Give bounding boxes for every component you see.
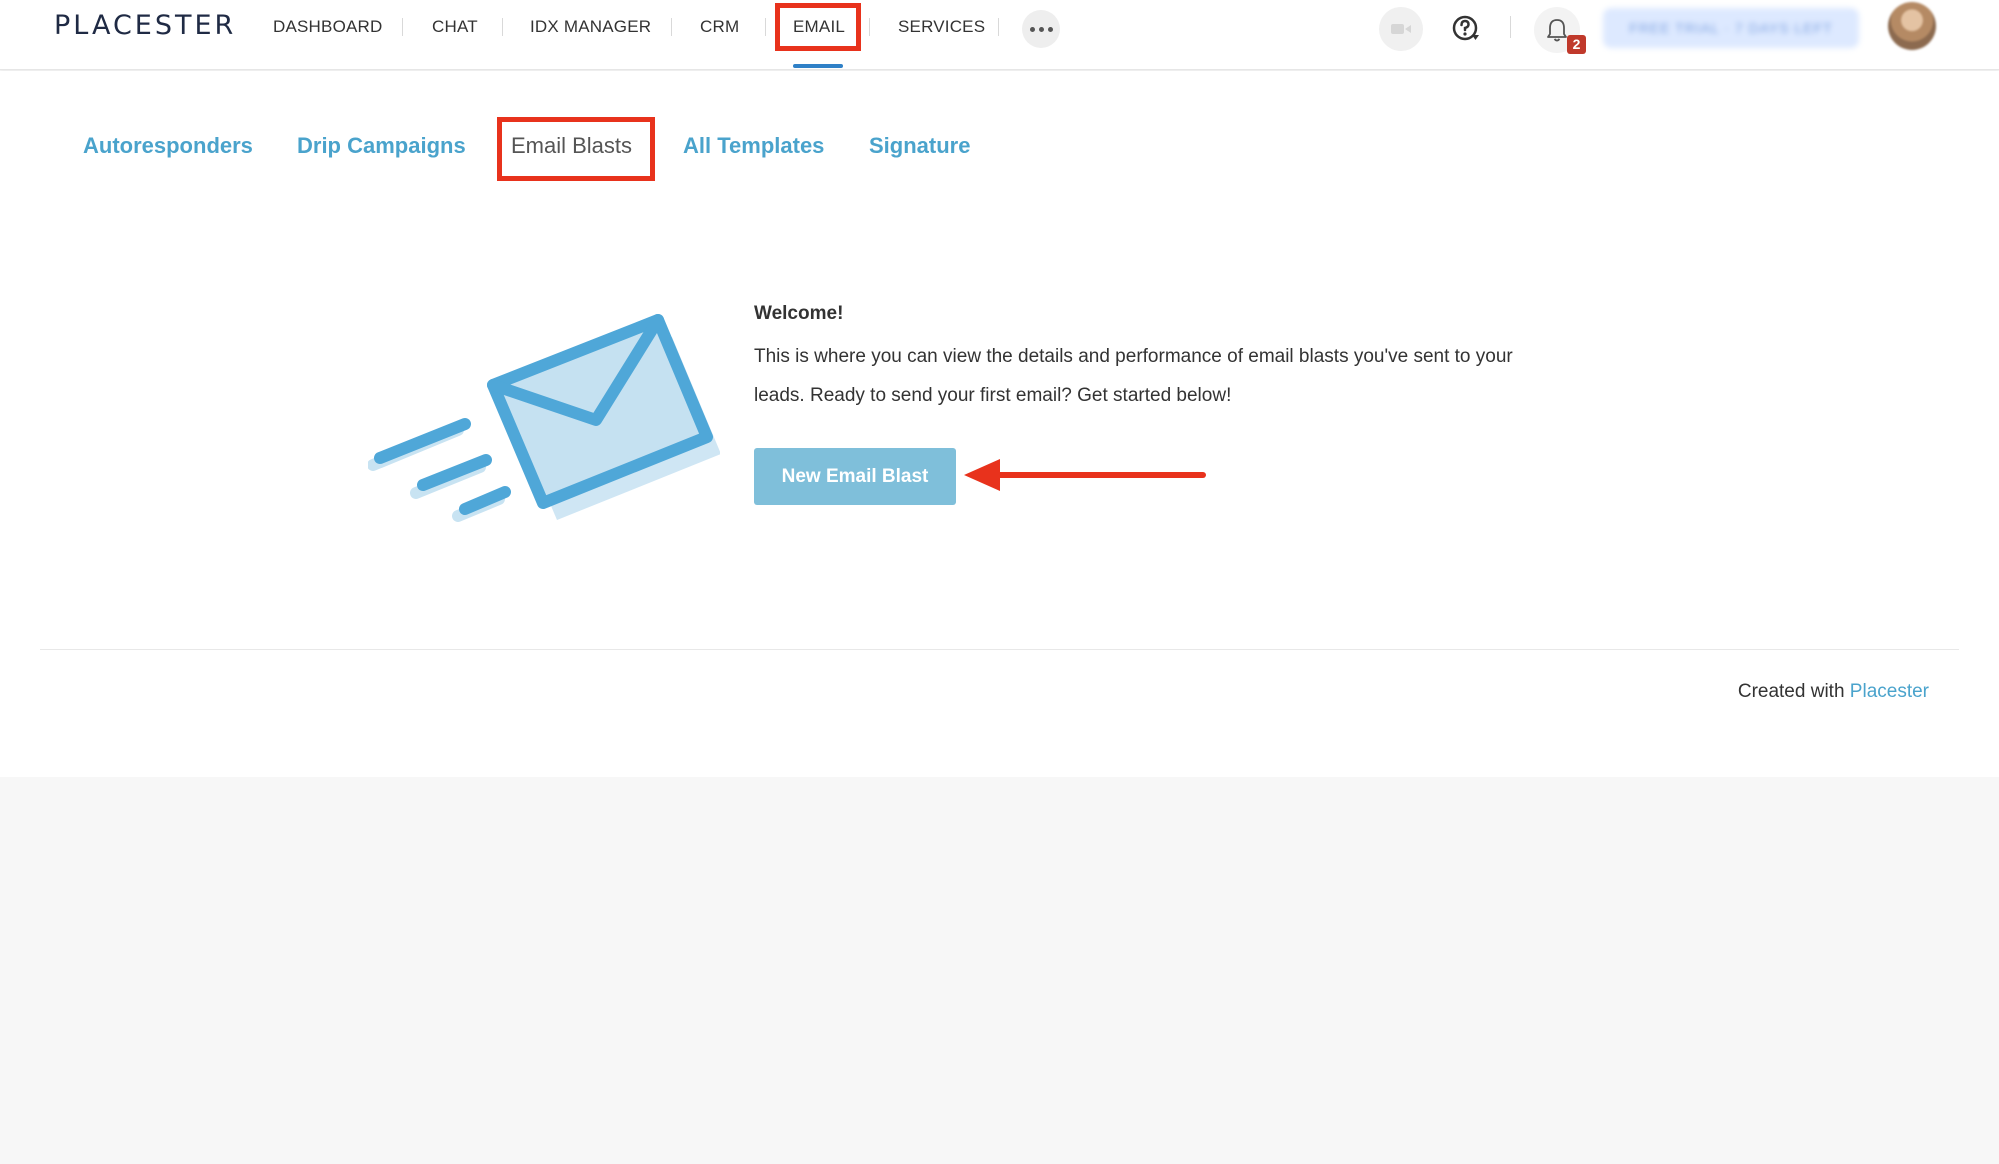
nav-active-indicator [793,64,843,68]
nav-chat[interactable]: CHAT [432,17,478,39]
nav-email[interactable]: EMAIL [793,17,845,39]
welcome-heading: Welcome! [754,303,844,324]
footer-credit: Created with Placester [1738,681,1929,703]
ellipsis-icon-dot [1038,26,1044,32]
tab-drip-campaigns[interactable]: Drip Campaigns [297,133,466,159]
footer-prefix: Created with [1737,681,1850,702]
user-avatar[interactable] [1888,2,1936,50]
nav-separator [402,18,403,36]
notification-count-badge: 2 [1567,35,1586,54]
nav-separator [671,18,672,36]
top-nav-bar: PLACESTER DASHBOARD CHAT IDX MANAGER CRM… [0,0,1999,70]
tab-autoresponders[interactable]: Autoresponders [83,133,253,159]
help-question-icon[interactable] [1450,13,1482,45]
toolbar-separator [1510,16,1511,38]
nav-idx-manager[interactable]: IDX MANAGER [530,17,651,39]
app-page: PLACESTER DASHBOARD CHAT IDX MANAGER CRM… [0,0,1999,1164]
nav-separator [998,18,999,36]
trial-status-pill[interactable]: FREE TRIAL · 7 DAYS LEFT [1603,8,1859,48]
nav-separator [502,18,503,36]
tab-signature[interactable]: Signature [869,133,970,159]
more-menu-button[interactable] [1022,10,1060,48]
placester-footer-link[interactable]: Placester [1850,681,1929,702]
video-call-button[interactable] [1379,7,1423,51]
tab-email-blasts[interactable]: Email Blasts [511,133,632,159]
video-camera-icon [1391,24,1411,34]
nav-dashboard[interactable]: DASHBOARD [273,17,383,39]
ellipsis-icon [1029,26,1035,32]
red-arrow-annotation [964,459,1206,491]
new-email-blast-button[interactable]: New Email Blast [754,448,956,505]
nav-separator [869,18,870,36]
placester-logo[interactable]: PLACESTER [54,10,236,41]
tab-all-templates[interactable]: All Templates [683,133,824,159]
bell-icon [1547,19,1567,42]
ellipsis-icon-dot [1047,26,1053,32]
welcome-description: This is where you can view the details a… [754,346,1513,406]
flying-envelope-icon [368,314,720,522]
nav-separator [765,18,766,36]
footer-divider [40,649,1959,650]
nav-services[interactable]: SERVICES [898,17,985,39]
email-content-panel: Autoresponders Drip Campaigns Email Blas… [0,71,1999,777]
nav-crm[interactable]: CRM [700,17,739,39]
